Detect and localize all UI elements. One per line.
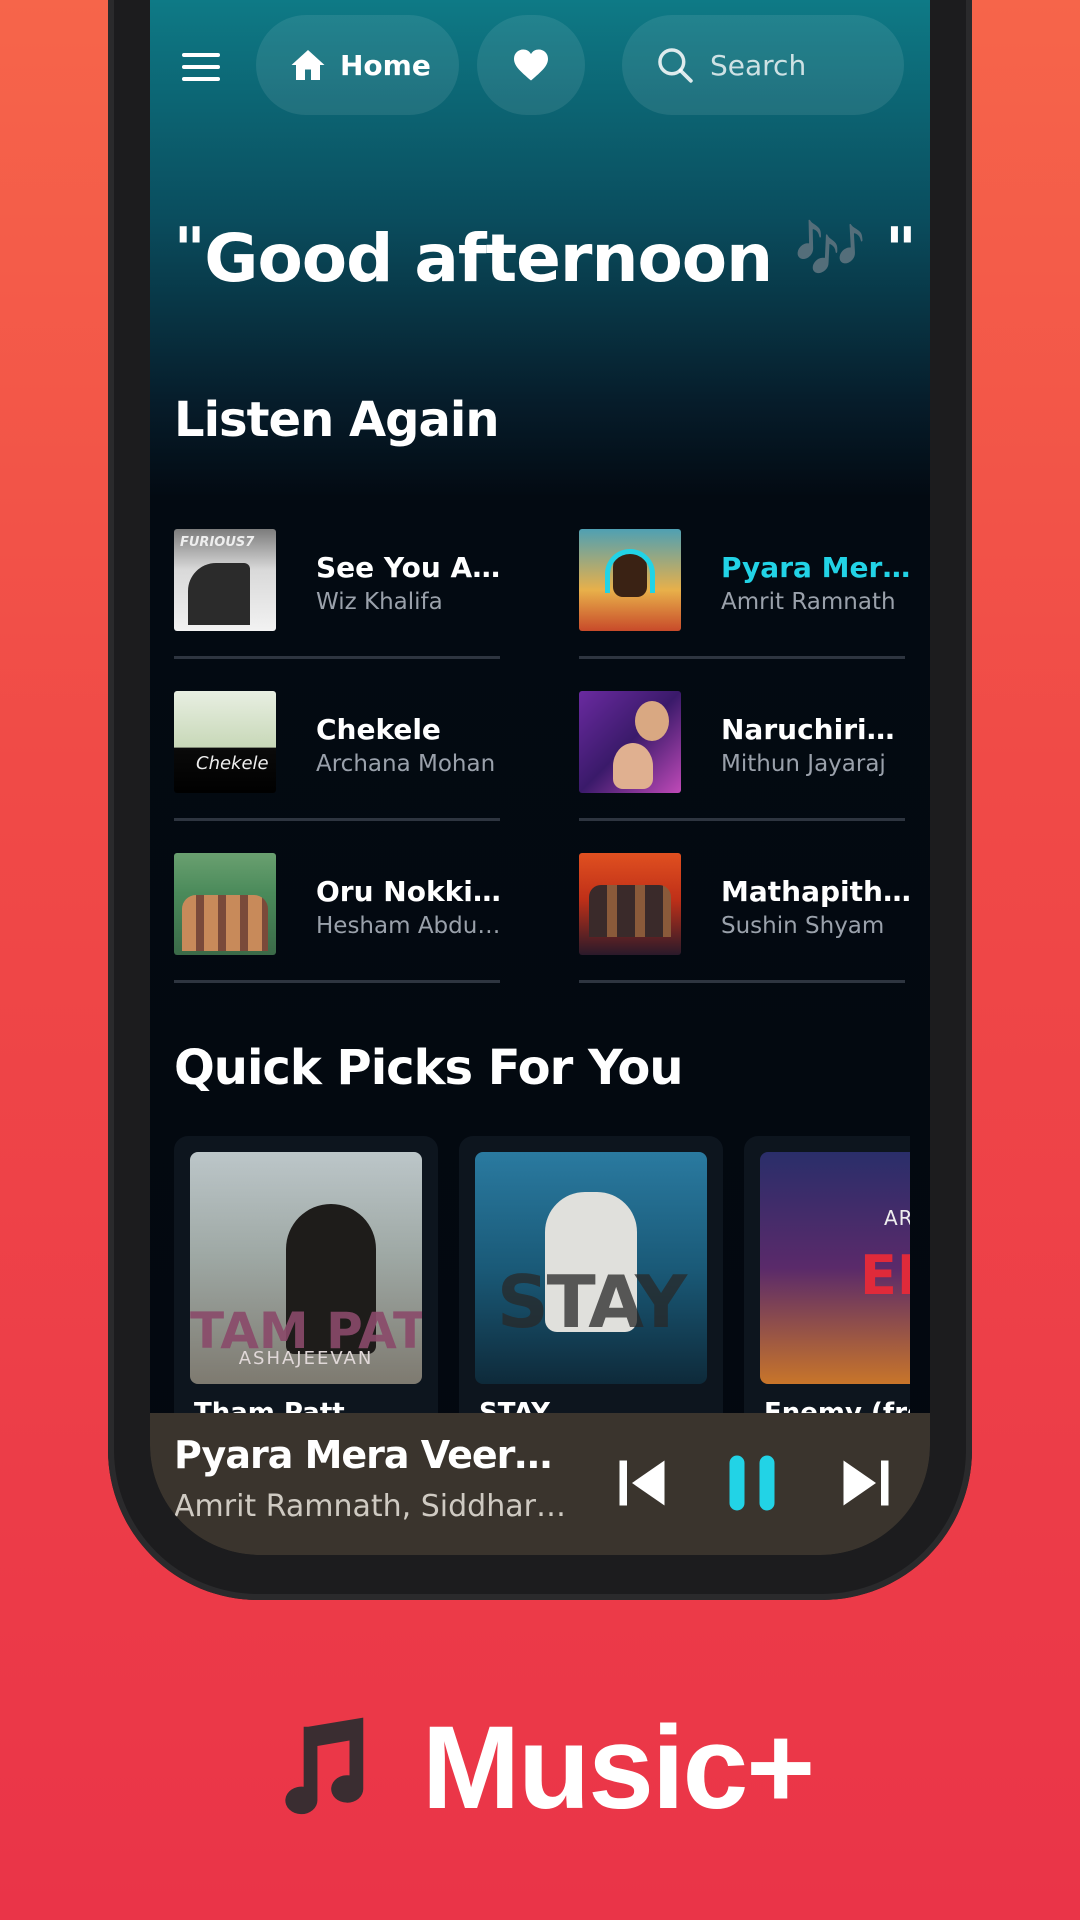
brand-banner: Music+ (0, 1700, 1080, 1836)
quick-pick-card[interactable]: TAM PATT ASHAJEEVAN Tham Patt (174, 1136, 438, 1436)
pause-icon[interactable] (722, 1453, 782, 1513)
album-art: ARCANE ENEM (760, 1152, 910, 1384)
quick-pick-card[interactable]: STAY STAY (459, 1136, 723, 1436)
music-note-icon (285, 1717, 364, 1815)
brand-name: Music+ (421, 1702, 815, 1834)
album-art: STAY (475, 1152, 707, 1384)
app-screen: Home Search "Good afternoon 🎶 " Listen A… (150, 0, 930, 1555)
quick-picks-carousel[interactable]: TAM PATT ASHAJEEVAN Tham Patt STAY STAY … (150, 0, 910, 1555)
now-playing-artist: Amrit Ramnath, Siddharth Menon (174, 1489, 574, 1524)
now-playing-title: Pyara Mera Veera (From "Empuraan") (174, 1433, 574, 1477)
previous-icon[interactable] (612, 1453, 672, 1513)
mini-player[interactable]: Pyara Mera Veera (From "Empuraan") Amrit… (150, 1413, 930, 1555)
album-art: TAM PATT ASHAJEEVAN (190, 1152, 422, 1384)
quick-pick-card[interactable]: ARCANE ENEM Enemy (from (744, 1136, 910, 1436)
next-icon[interactable] (836, 1453, 896, 1513)
